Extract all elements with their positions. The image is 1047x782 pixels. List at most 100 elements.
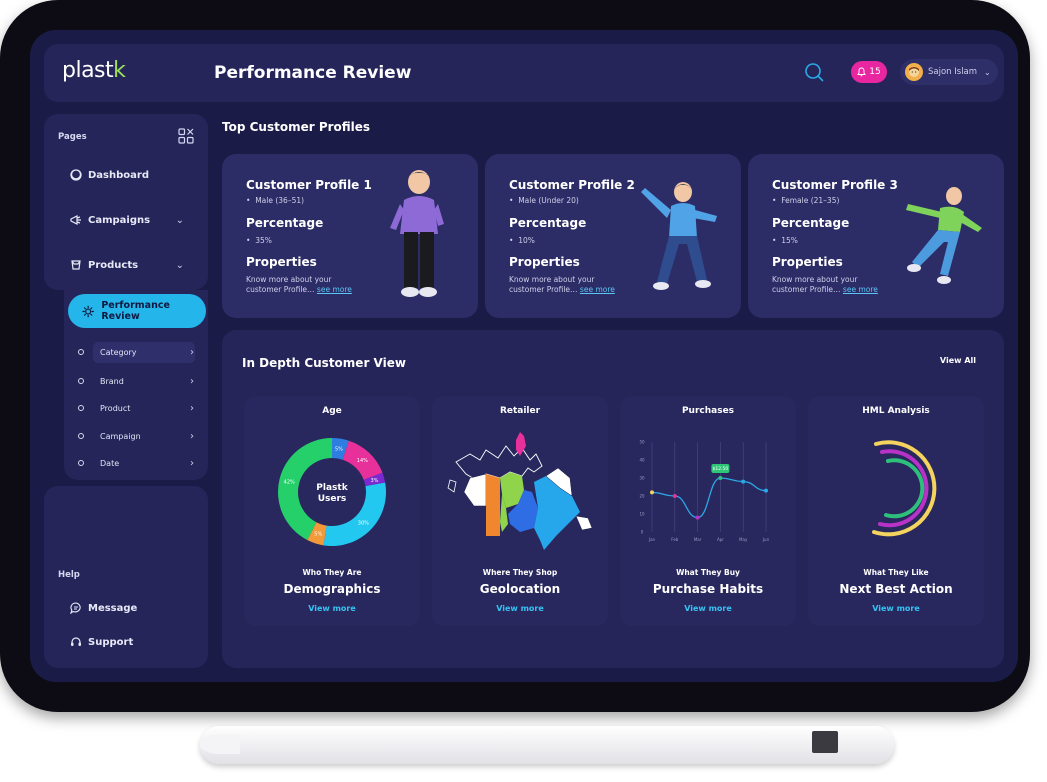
bell-icon xyxy=(857,67,867,77)
subnav-item-date[interactable]: Date › xyxy=(78,452,204,474)
see-more-link[interactable]: see more xyxy=(843,285,878,294)
view-more-link[interactable]: View more xyxy=(620,604,796,613)
subnav-label: Product xyxy=(100,403,131,413)
customer-profile-card[interactable]: Customer Profile 3 • Female (21–35) Perc… xyxy=(748,154,1004,318)
sidebar-item-campaigns[interactable]: Campaigns xyxy=(70,214,190,226)
profile-gender: • Female (21–35) xyxy=(772,196,840,205)
column-title: HML Analysis xyxy=(862,406,930,416)
message-icon xyxy=(70,602,81,614)
stylus xyxy=(200,726,894,764)
user-name: Sajon Islam xyxy=(928,67,978,77)
data-point[interactable] xyxy=(672,494,677,498)
radio-dot xyxy=(78,405,84,411)
y-tick-label: 40 xyxy=(639,458,645,463)
x-tick-label: Mar xyxy=(694,537,702,542)
view-more-link[interactable]: View more xyxy=(244,604,420,613)
column-heading: Next Best Action xyxy=(839,582,953,596)
subnav-label: Brand xyxy=(100,376,124,386)
top-header: plastk Performance Review 15 Sajon Islam… xyxy=(44,44,1004,102)
profile-description-2: customer Profile… see more xyxy=(246,285,352,294)
sidebar: Pages Dashboard Campaigns ⌄ Products ⌄ P… xyxy=(44,114,208,668)
subnav-label: Campaign xyxy=(100,431,141,441)
donut-center-line2: Users xyxy=(318,494,347,504)
radio-dot xyxy=(78,460,84,466)
donut-slice-label: 42% xyxy=(284,479,295,485)
column-title: Retailer xyxy=(499,406,541,416)
data-point[interactable] xyxy=(718,476,723,480)
chevron-right-icon: › xyxy=(190,346,194,358)
profile-description-2: customer Profile… see more xyxy=(772,285,878,294)
see-more-link[interactable]: see more xyxy=(317,285,352,294)
sidebar-help-panel: Help Message Support xyxy=(44,486,208,668)
column-heading: Purchase Habits xyxy=(652,582,764,596)
age-donut-chart: Plastk Users 5% 14% 3% 30% 5% 42% xyxy=(278,438,386,546)
sidebar-item-label: Message xyxy=(88,602,138,614)
profile-description: Know more about your xyxy=(509,275,595,284)
app-logo[interactable]: plastk xyxy=(62,58,126,83)
y-tick-label: 20 xyxy=(639,494,645,499)
radio-dot xyxy=(78,378,84,384)
donut-slice-label: 14% xyxy=(357,458,368,464)
properties-label: Properties xyxy=(246,255,317,269)
properties-label: Properties xyxy=(509,255,580,269)
y-tick-label: 0 xyxy=(641,530,644,535)
subnav-item-product[interactable]: Product › xyxy=(78,397,204,419)
data-point[interactable] xyxy=(695,515,700,520)
customer-profile-card[interactable]: Customer Profile 1 • Male (36–51) Percen… xyxy=(222,154,478,318)
subnav-item-campaign[interactable]: Campaign › xyxy=(78,425,204,447)
y-tick-label: 10 xyxy=(639,512,645,517)
sidebar-item-dashboard[interactable]: Dashboard xyxy=(70,169,149,181)
data-point[interactable] xyxy=(741,479,746,484)
profile-percentage: • 35% xyxy=(246,236,272,245)
subnav-label: Category xyxy=(93,341,195,363)
radio-dot xyxy=(78,433,84,439)
chevron-down-icon[interactable]: ⌄ xyxy=(176,260,184,271)
page-title: Performance Review xyxy=(214,63,412,83)
view-more-link[interactable]: View more xyxy=(808,604,984,613)
sidebar-item-label: Products xyxy=(88,259,139,271)
notification-button[interactable]: 15 xyxy=(851,61,887,83)
avatar-face-icon xyxy=(909,67,919,77)
sparkle-gear-icon xyxy=(82,305,94,317)
stylus-tip xyxy=(200,734,240,754)
view-all-link[interactable]: View All xyxy=(940,356,976,365)
column-heading: Demographics xyxy=(283,582,381,596)
x-tick-label: Apr xyxy=(717,537,724,542)
sidebar-item-performance-review[interactable]: Performance Review xyxy=(68,294,206,328)
subnav-item-category[interactable]: Category › xyxy=(78,341,204,363)
profile-percentage: • 10% xyxy=(509,236,535,245)
data-point[interactable] xyxy=(764,488,768,493)
series-line xyxy=(651,477,767,519)
sidebar-item-message[interactable]: Message xyxy=(70,602,137,614)
search-icon[interactable] xyxy=(804,62,824,82)
radio-dot xyxy=(78,349,84,355)
column-title: Age xyxy=(322,406,342,416)
y-tick-label: 30 xyxy=(639,476,645,481)
column-subtitle: What They Buy xyxy=(676,568,740,577)
grid-menu-icon[interactable] xyxy=(178,128,194,144)
canada-map xyxy=(447,432,593,550)
user-menu[interactable]: Sajon Islam ⌄ xyxy=(900,59,998,85)
hml-column: HML Analysis What They Like Next Best Ac… xyxy=(808,396,984,626)
hml-ring-inner xyxy=(884,458,925,519)
section-title: Top Customer Profiles xyxy=(222,120,371,134)
customer-profile-card[interactable]: Customer Profile 2 • Male (Under 20) Per… xyxy=(485,154,741,318)
data-point[interactable] xyxy=(650,490,654,495)
donut-slice-label: 3% xyxy=(370,478,378,484)
donut-slice-label: 30% xyxy=(358,521,369,527)
sidebar-item-products[interactable]: Products xyxy=(70,259,138,271)
profile-description-2: customer Profile… see more xyxy=(509,285,615,294)
subnav-item-brand[interactable]: Brand › xyxy=(78,370,204,392)
character-illustration-3 xyxy=(906,185,982,284)
view-more-link[interactable]: View more xyxy=(432,604,608,613)
column-subtitle: Where They Shop xyxy=(482,568,558,577)
x-tick-label: May xyxy=(739,537,748,542)
hml-radial-chart xyxy=(872,440,937,537)
see-more-link[interactable]: see more xyxy=(580,285,615,294)
sidebar-item-support[interactable]: Support xyxy=(70,636,133,648)
purchases-column: Purchases Jan Feb Mar Apr May Jun 0 10 20 30 40 50… xyxy=(620,396,796,626)
chevron-down-icon[interactable]: ⌄ xyxy=(176,215,184,226)
profile-title: Customer Profile 2 xyxy=(509,178,635,192)
column-title: Purchases xyxy=(681,406,735,416)
percentage-label: Percentage xyxy=(772,216,850,230)
